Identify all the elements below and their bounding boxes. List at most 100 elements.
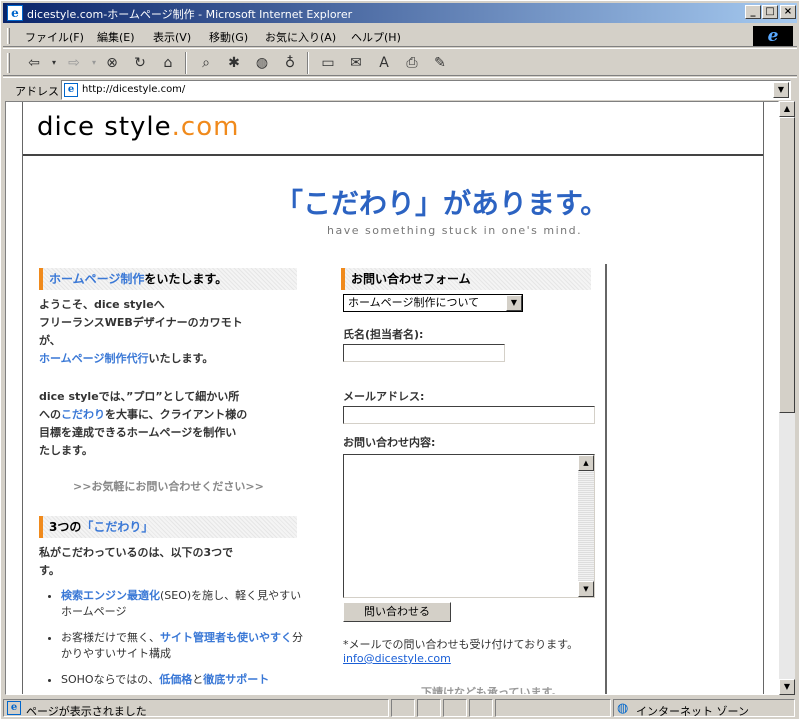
catch-copy: 「こだわり」があります。 xyxy=(275,187,609,220)
production-agency-link[interactable]: ホームページ制作代行 xyxy=(39,352,148,365)
list-item: お客様だけで無く、サイト管理者も使いやすく分かりやすいサイト構成 xyxy=(61,630,305,662)
standard-toolbar: ⇦ ▾ ⇨ ▾ ⊗ ↻ ⌂ ⌕ ✱ ◍ ♁ ▭ ✉ A ⎙ ✎ xyxy=(3,48,797,76)
section-heading-link[interactable]: ホームページ制作 xyxy=(49,272,144,286)
section-heading-web-production: ホームページ制作をいたします。 xyxy=(39,268,297,290)
email-field[interactable] xyxy=(343,406,595,424)
menu-edit[interactable]: 編集(E) xyxy=(97,29,135,45)
toolbar-grip xyxy=(7,28,10,44)
usability-link[interactable]: サイト管理者も使いやすく xyxy=(160,631,292,644)
section-heading-three-points: 3つの「こだわり」 xyxy=(39,516,297,538)
refresh-icon[interactable]: ↻ xyxy=(129,52,151,74)
logo-main: dice style xyxy=(37,112,172,142)
favorites-icon[interactable]: ✱ xyxy=(223,52,245,74)
list-item-text: お客様だけで無く、 xyxy=(61,631,160,644)
form-heading: お問い合わせフォーム xyxy=(341,268,591,290)
email-link[interactable]: info@dicestyle.com xyxy=(343,652,451,665)
media-icon[interactable]: ◍ xyxy=(251,52,273,74)
section2-desc-2: す。 xyxy=(39,564,60,577)
status-bar: e ページが表示されました ◍ インターネット ゾーン xyxy=(3,697,797,719)
page-icon: e xyxy=(64,83,78,97)
para-b-post: を大事に、クライアント様の xyxy=(105,408,248,421)
section2-desc-1: 私がこだわっているのは、以下の3つで xyxy=(39,546,234,559)
ie-logo-icon: e xyxy=(753,26,793,46)
search-icon[interactable]: ⌕ xyxy=(195,52,217,74)
menu-help[interactable]: ヘルプ(H) xyxy=(351,29,401,45)
scroll-thumb[interactable] xyxy=(779,117,795,413)
content-label: お問い合わせ内容: xyxy=(343,436,436,449)
contact-form: お問い合わせフォーム ホームページ制作について ▼ 氏名(担当者名): メールア… xyxy=(341,264,607,695)
content-textarea[interactable]: ▲ ▼ xyxy=(343,454,595,598)
address-bar: アドレス e http://dicestyle.com/ ▼ xyxy=(3,77,797,101)
back-icon[interactable]: ⇦ xyxy=(23,52,45,74)
intro-line-2: フリーランスWEBデザイナーのカワモト xyxy=(39,316,243,329)
toolbar-separator xyxy=(185,52,187,74)
seo-link[interactable]: 検索エンジン最適化 xyxy=(61,589,160,602)
menu-view[interactable]: 表示(V) xyxy=(153,29,191,45)
address-url[interactable]: http://dicestyle.com/ xyxy=(82,84,185,95)
stop-icon[interactable]: ⊗ xyxy=(101,52,123,74)
scroll-up-icon[interactable]: ▲ xyxy=(779,101,795,117)
back-dropdown-icon[interactable]: ▾ xyxy=(43,52,65,74)
form-note: *メールでの問い合わせも受け付けております。 xyxy=(343,638,579,651)
menu-favorites[interactable]: お気に入り(A) xyxy=(265,29,336,45)
internet-zone-icon: ◍ xyxy=(617,701,629,716)
section-heading-text: をいたします。 xyxy=(144,272,228,286)
list-item-text: SOHOならではの、 xyxy=(61,673,160,686)
toolbar-separator xyxy=(307,52,309,74)
status-cell xyxy=(443,699,467,717)
window-title: dicestyle.com-ホームページ制作 - Microsoft Inter… xyxy=(27,8,353,21)
kodawari-link[interactable]: こだわり xyxy=(61,408,105,421)
menu-file[interactable]: ファイル(F) xyxy=(25,29,84,45)
section2-link[interactable]: 「こだわり」 xyxy=(81,520,153,534)
zone-text: インターネット ゾーン xyxy=(636,705,749,718)
intro-line-1: ようこそ、dice styleへ xyxy=(39,298,165,311)
page-scrollbar[interactable]: ▲ ▼ xyxy=(779,101,795,695)
intro-line-4-text: いたします。 xyxy=(148,352,214,365)
edit-icon[interactable]: ✎ xyxy=(429,52,451,74)
para-line-b: へのこだわりを大事に、クライアント様の xyxy=(39,406,247,424)
page-done-icon: e xyxy=(7,701,21,715)
mail-icon[interactable]: ✉ xyxy=(345,52,367,74)
status-text: ページが表示されました xyxy=(26,705,147,718)
site-logo[interactable]: dice style.com xyxy=(37,112,239,142)
name-field[interactable] xyxy=(343,344,505,362)
header-divider xyxy=(23,154,763,156)
logo-suffix: .com xyxy=(171,112,240,142)
inquiry-type-select[interactable]: ホームページ制作について ▼ xyxy=(343,294,523,312)
maximize-button[interactable]: □ xyxy=(762,5,778,19)
title-bar: e dicestyle.com-ホームページ制作 - Microsoft Int… xyxy=(3,3,797,23)
print-icon[interactable]: ⎙ xyxy=(401,52,423,74)
scroll-down-icon[interactable]: ▼ xyxy=(578,581,594,597)
scroll-up-icon[interactable]: ▲ xyxy=(578,455,594,471)
page-viewport: dice style.com 「こだわり」があります。 have somethi… xyxy=(5,101,779,695)
status-cell xyxy=(469,699,493,717)
support-link[interactable]: 徹底サポート xyxy=(203,673,269,686)
chevron-down-icon[interactable]: ▼ xyxy=(506,295,522,311)
subcontract-note: 下請けなども承っています。 xyxy=(421,686,563,695)
history-icon[interactable]: ♁ xyxy=(279,52,301,74)
zone-indicator: ◍ インターネット ゾーン xyxy=(613,699,795,718)
low-price-link[interactable]: 低価格 xyxy=(159,673,192,686)
section2-pre: 3つの xyxy=(49,520,82,534)
para-b-pre: への xyxy=(39,408,61,421)
close-button[interactable]: × xyxy=(780,5,796,19)
name-label: 氏名(担当者名): xyxy=(343,328,424,341)
scroll-down-icon[interactable]: ▼ xyxy=(779,679,795,695)
contact-cta-link[interactable]: >>お気軽にお問い合わせください>> xyxy=(73,478,264,496)
kodawari-list: 検索エンジン最適化(SEO)を施し、軽く見やすいホームページ お客様だけで無く、… xyxy=(45,588,305,694)
home-icon[interactable]: ⌂ xyxy=(157,52,179,74)
status-cell xyxy=(495,699,611,717)
menu-go[interactable]: 移動(G) xyxy=(209,29,248,45)
status-cell xyxy=(391,699,415,717)
font-size-icon[interactable]: A xyxy=(373,52,395,74)
window-icon[interactable]: ▭ xyxy=(317,52,339,74)
address-input[interactable]: e http://dicestyle.com/ ▼ xyxy=(61,80,791,100)
ie-page-icon: e xyxy=(7,5,23,21)
forward-icon[interactable]: ⇨ xyxy=(63,52,85,74)
address-dropdown-icon[interactable]: ▼ xyxy=(773,82,789,98)
minimize-button[interactable]: _ xyxy=(745,5,761,19)
submit-button[interactable]: 問い合わせる xyxy=(343,602,451,622)
list-item: 検索エンジン最適化(SEO)を施し、軽く見やすいホームページ xyxy=(61,588,305,620)
menu-bar: ファイル(F) 編集(E) 表示(V) 移動(G) お気に入り(A) ヘルプ(H… xyxy=(3,25,797,47)
textarea-scrollbar[interactable]: ▲ ▼ xyxy=(578,455,594,597)
